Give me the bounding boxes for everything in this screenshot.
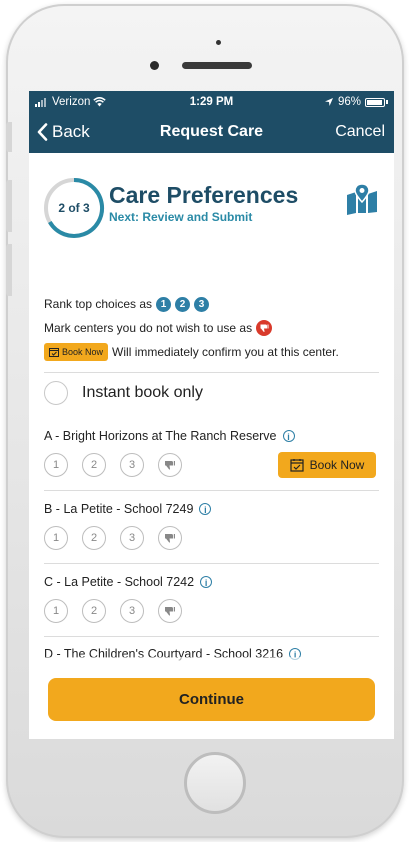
rank-info-text: Rank top choices as — [44, 297, 153, 311]
decline-button[interactable] — [158, 453, 182, 477]
info-icon[interactable]: i — [282, 430, 295, 442]
front-camera — [150, 61, 159, 70]
calendar-check-icon — [49, 348, 59, 357]
volume-up-button — [6, 180, 12, 232]
battery-tip — [386, 100, 388, 104]
navigation-bar: Back Request Care Cancel — [29, 113, 394, 153]
instant-book-label: Instant book only — [82, 384, 203, 401]
status-bar: Verizon 1:29 PM 96% — [29, 91, 394, 113]
earpiece-speaker — [182, 62, 252, 69]
battery-icon — [365, 97, 385, 107]
info-icon[interactable]: i — [199, 503, 212, 515]
rank-badge-3: 3 — [194, 296, 210, 312]
book-now-badge: Book Now — [44, 343, 109, 361]
thumbs-down-icon — [165, 607, 175, 616]
instant-book-toggle[interactable]: Instant book only — [44, 381, 203, 405]
divider — [44, 563, 379, 564]
rank-3-button[interactable]: 3 — [120, 453, 144, 477]
rank-2-button[interactable]: 2 — [82, 453, 106, 477]
center-name: B - La Petite - School 7249 — [44, 502, 194, 516]
center-name: A - Bright Horizons at The Ranch Reserve — [44, 429, 277, 443]
page-header: 2 of 3 Care Preferences Next: Review and… — [29, 153, 394, 243]
rank-info-line: Rank top choices as 1 2 3 — [44, 292, 380, 316]
step-indicator: 2 of 3 — [58, 201, 90, 215]
book-now-label: Book Now — [309, 458, 365, 472]
rank-2-button[interactable]: 2 — [82, 526, 106, 550]
book-now-badge-label: Book Now — [62, 347, 104, 357]
info-section: Rank top choices as 1 2 3 Mark centers y… — [44, 292, 380, 364]
location-arrow-icon — [324, 98, 333, 106]
home-button[interactable] — [184, 752, 246, 814]
decline-info-line: Mark centers you do not wish to use as — [44, 316, 380, 340]
proximity-sensor — [216, 40, 221, 45]
decline-button[interactable] — [158, 526, 182, 550]
rank-1-button[interactable]: 1 — [44, 526, 68, 550]
page-subtitle: Next: Review and Submit — [109, 210, 253, 224]
mute-switch — [6, 122, 12, 152]
thumbs-down-icon — [165, 534, 175, 543]
divider — [44, 490, 379, 491]
page-title: Care Preferences — [109, 182, 299, 208]
instant-book-radio[interactable] — [44, 381, 68, 405]
book-now-button[interactable]: Book Now — [278, 452, 376, 478]
thumbs-down-icon — [165, 461, 175, 470]
map-icon[interactable] — [346, 183, 378, 215]
center-name: C - La Petite - School 7242 — [44, 575, 195, 589]
cancel-button[interactable]: Cancel — [335, 123, 385, 141]
decline-button[interactable] — [158, 599, 182, 623]
center-item-c: C - La Petite - School 7242 i 1 2 3 — [44, 574, 380, 624]
divider — [44, 636, 379, 637]
continue-button[interactable]: Continue — [48, 678, 375, 721]
book-info-text: Will immediately confirm you at this cen… — [112, 345, 339, 359]
book-info-line: Book Now Will immediately confirm you at… — [44, 340, 380, 364]
thumbs-down-icon — [256, 320, 273, 336]
decline-info-text: Mark centers you do not wish to use as — [44, 321, 253, 335]
rank-3-button[interactable]: 3 — [120, 526, 144, 550]
rank-3-button[interactable]: 3 — [120, 599, 144, 623]
rank-1-button[interactable]: 1 — [44, 599, 68, 623]
battery-percent: 96% — [337, 96, 361, 108]
center-item-b: B - La Petite - School 7249 i 1 2 3 — [44, 501, 380, 551]
rank-badge-1: 1 — [156, 296, 172, 312]
volume-down-button — [6, 244, 12, 296]
rank-badge-2: 2 — [175, 296, 191, 312]
app-screen: Verizon 1:29 PM 96% Back Request Care Ca… — [29, 91, 394, 739]
rank-1-button[interactable]: 1 — [44, 453, 68, 477]
info-icon[interactable]: i — [200, 576, 213, 588]
divider — [44, 372, 379, 373]
center-item-a: A - Bright Horizons at The Ranch Reserve… — [44, 428, 380, 478]
calendar-check-icon — [290, 459, 304, 472]
rank-2-button[interactable]: 2 — [82, 599, 106, 623]
